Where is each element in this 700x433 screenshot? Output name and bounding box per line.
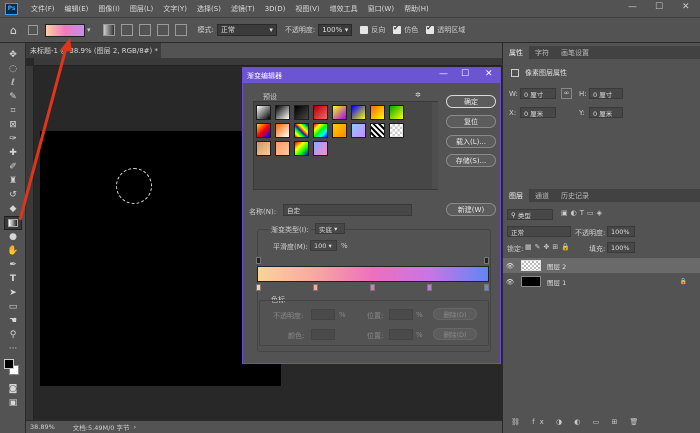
arrow-head bbox=[60, 38, 72, 52]
arrow-shaft bbox=[18, 47, 68, 221]
annotation-arrow bbox=[18, 38, 72, 221]
photoshop-window: Ps 文件(F) 编辑(E) 图像(I) 图层(L) 文字(Y) 选择(S) 滤… bbox=[0, 0, 700, 433]
